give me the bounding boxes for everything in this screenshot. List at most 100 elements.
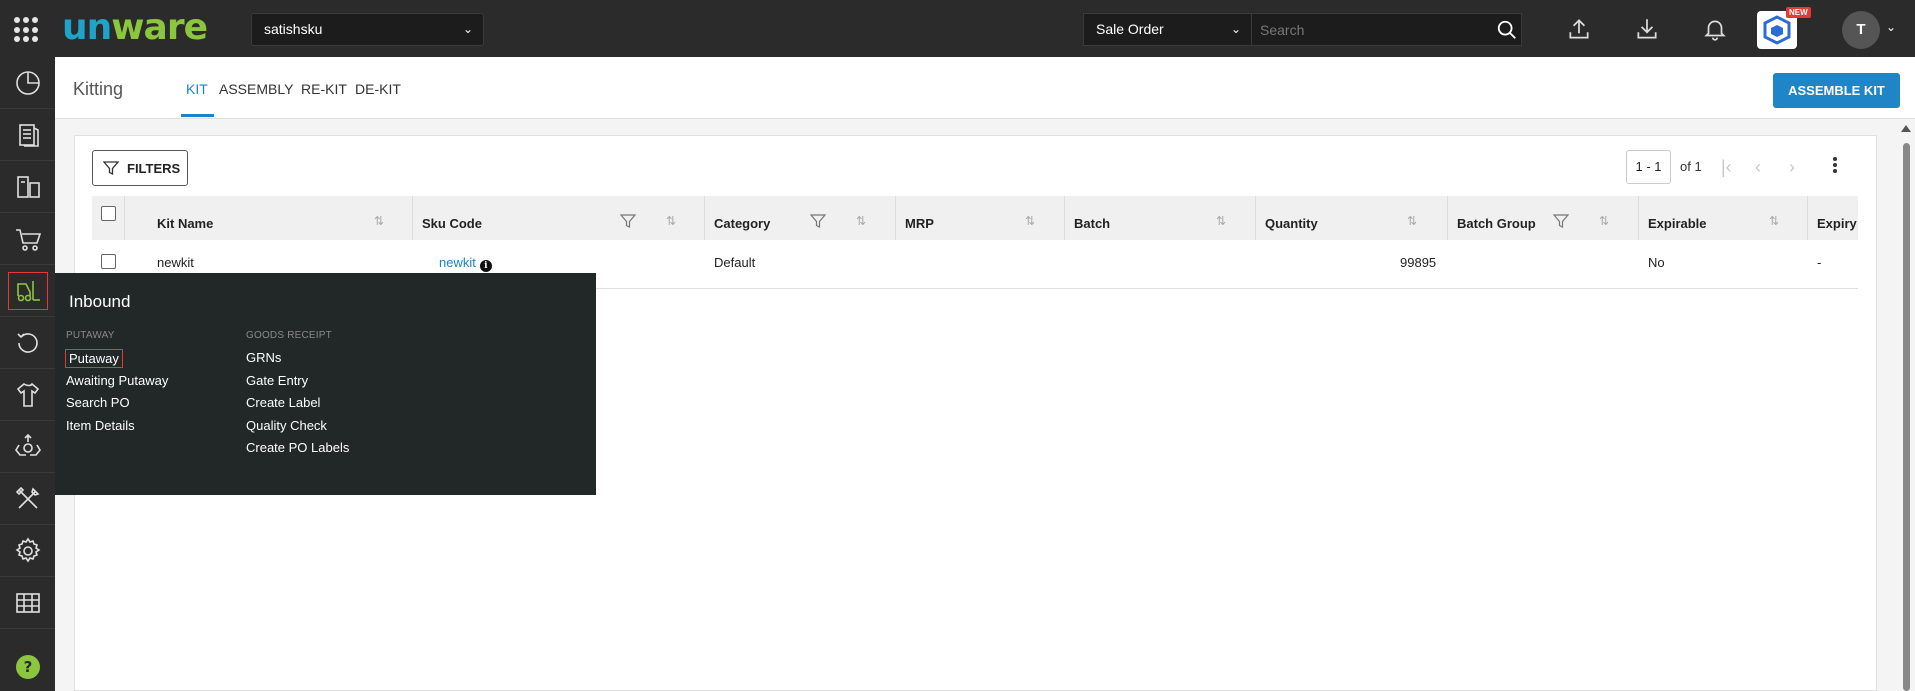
tab-de-kit[interactable]: DE-KIT [355,81,401,97]
unware-logo[interactable]: unware [62,8,222,48]
nav-help[interactable]: ? [0,641,55,691]
tools-icon [15,486,39,509]
top-bar: unware satishsku ⌄ Sale Order ⌄ NEW T ⌄ [0,0,1915,57]
avatar[interactable]: T [1842,11,1880,49]
apparel-icon [16,382,39,407]
tenant-select-value: satishsku [264,21,323,37]
filter-icon[interactable] [620,213,636,229]
apps-grid-icon[interactable] [14,17,40,43]
nav-settings[interactable] [0,525,55,577]
col-category[interactable]: Category [714,216,770,231]
sort-icon[interactable]: ⇅ [1599,214,1609,228]
svg-text:?: ? [23,658,32,676]
nav-inbound[interactable] [0,265,55,317]
col-batch-group[interactable]: Batch Group [1457,216,1536,231]
cell-sku-code: newkit i [439,255,492,272]
sort-icon[interactable]: ⇅ [666,214,676,228]
sort-icon[interactable]: ⇅ [1769,214,1779,228]
cart-icon [15,228,41,251]
nav-recycle[interactable] [0,421,55,473]
menu-create-label[interactable]: Create Label [246,395,320,410]
settings-icon [15,537,40,562]
col-mrp[interactable]: MRP [905,216,934,231]
cell-expiry: - [1817,255,1822,270]
cell-quantity: 99895 [1400,255,1437,270]
nav-sales[interactable] [0,213,55,265]
vertical-scrollbar[interactable] [1900,125,1912,691]
more-options-icon[interactable] [1830,155,1840,179]
nav-warehouse[interactable] [0,577,55,629]
page-header: Kitting KIT ASSEMBLY RE-KIT DE-KIT ASSEM… [55,57,1915,119]
col-expirable[interactable]: Expirable [1648,216,1707,231]
menu-quality-check[interactable]: Quality Check [246,418,327,433]
col-quantity[interactable]: Quantity [1265,216,1318,231]
inbound-flyout-menu: Inbound PUTAWAY Putaway Awaiting Putaway… [55,273,596,495]
menu-create-po-labels[interactable]: Create PO Labels [246,440,349,455]
pager-total: of 1 [1680,159,1702,174]
nav-orders[interactable] [0,109,55,161]
col-kit-name[interactable]: Kit Name [157,216,213,231]
select-all-checkbox[interactable] [101,206,116,221]
filters-button[interactable]: FILTERS [92,150,188,186]
nav-dashboard[interactable] [0,57,55,109]
forklift-icon [16,280,40,301]
tenant-select[interactable]: satishsku ⌄ [251,13,484,46]
menu-awaiting-putaway[interactable]: Awaiting Putaway [66,373,168,388]
filter-icon [103,161,119,176]
returns-icon [16,332,38,353]
search-input[interactable] [1251,13,1522,46]
nav-returns[interactable] [0,317,55,369]
section-putaway: PUTAWAY [66,330,115,341]
sort-icon[interactable]: ⇅ [374,214,384,228]
table-header: Kit Name ⇅ Sku Code ⇅ Category ⇅ MRP ⇅ B… [92,196,1858,240]
recycle-icon [14,433,41,456]
nav-apparel[interactable] [0,369,55,421]
menu-item-details[interactable]: Item Details [66,418,135,433]
pager-range[interactable]: 1 - 1 [1626,150,1671,184]
sort-icon[interactable]: ⇅ [1216,214,1226,228]
menu-search-po[interactable]: Search PO [66,395,130,410]
tab-assembly[interactable]: ASSEMBLY [219,81,293,97]
assemble-kit-button[interactable]: ASSEMBLE KIT [1773,73,1900,108]
tab-re-kit[interactable]: RE-KIT [301,81,347,97]
chevron-down-icon[interactable]: ⌄ [1886,20,1896,34]
sort-icon[interactable]: ⇅ [1025,214,1035,228]
bell-icon[interactable] [1702,16,1728,42]
sku-code-link[interactable]: newkit [439,255,476,270]
chevron-down-icon: ⌄ [1230,22,1241,36]
menu-putaway[interactable]: Putaway [65,349,123,368]
dashboard-icon [15,70,40,95]
upload-icon[interactable] [1566,16,1592,42]
download-icon[interactable] [1634,16,1660,42]
col-batch[interactable]: Batch [1074,216,1110,231]
row-checkbox[interactable] [101,254,116,269]
help-icon: ? [15,655,40,679]
warehouse-icon [15,592,40,613]
prev-page-icon[interactable]: ‹ [1755,157,1761,178]
col-expiry[interactable]: Expiry [1817,216,1857,231]
menu-gate-entry[interactable]: Gate Entry [246,373,308,388]
scroll-up-arrow-icon[interactable] [1901,125,1911,132]
sort-icon[interactable]: ⇅ [856,214,866,228]
tab-kit[interactable]: KIT [186,81,208,97]
search-icon[interactable] [1496,19,1518,41]
nav-products[interactable] [0,161,55,213]
nav-tools[interactable] [0,473,55,525]
search-type-select[interactable]: Sale Order ⌄ [1083,13,1251,46]
search-type-value: Sale Order [1096,21,1164,37]
filter-icon[interactable] [810,213,826,229]
cell-category: Default [714,255,756,270]
first-page-icon[interactable]: |‹ [1721,157,1732,178]
page-title: Kitting [73,79,124,99]
filter-icon[interactable] [1553,213,1569,229]
flyout-title: Inbound [69,292,131,311]
next-page-icon[interactable]: › [1789,157,1795,178]
filters-label: FILTERS [127,160,181,176]
chevron-down-icon: ⌄ [462,22,473,36]
col-sku-code[interactable]: Sku Code [422,216,482,231]
sort-icon[interactable]: ⇅ [1407,214,1417,228]
info-icon[interactable]: i [479,260,492,272]
scroll-thumb[interactable] [1903,143,1910,691]
menu-grns[interactable]: GRNs [246,350,281,365]
cell-expirable: No [1648,255,1665,270]
